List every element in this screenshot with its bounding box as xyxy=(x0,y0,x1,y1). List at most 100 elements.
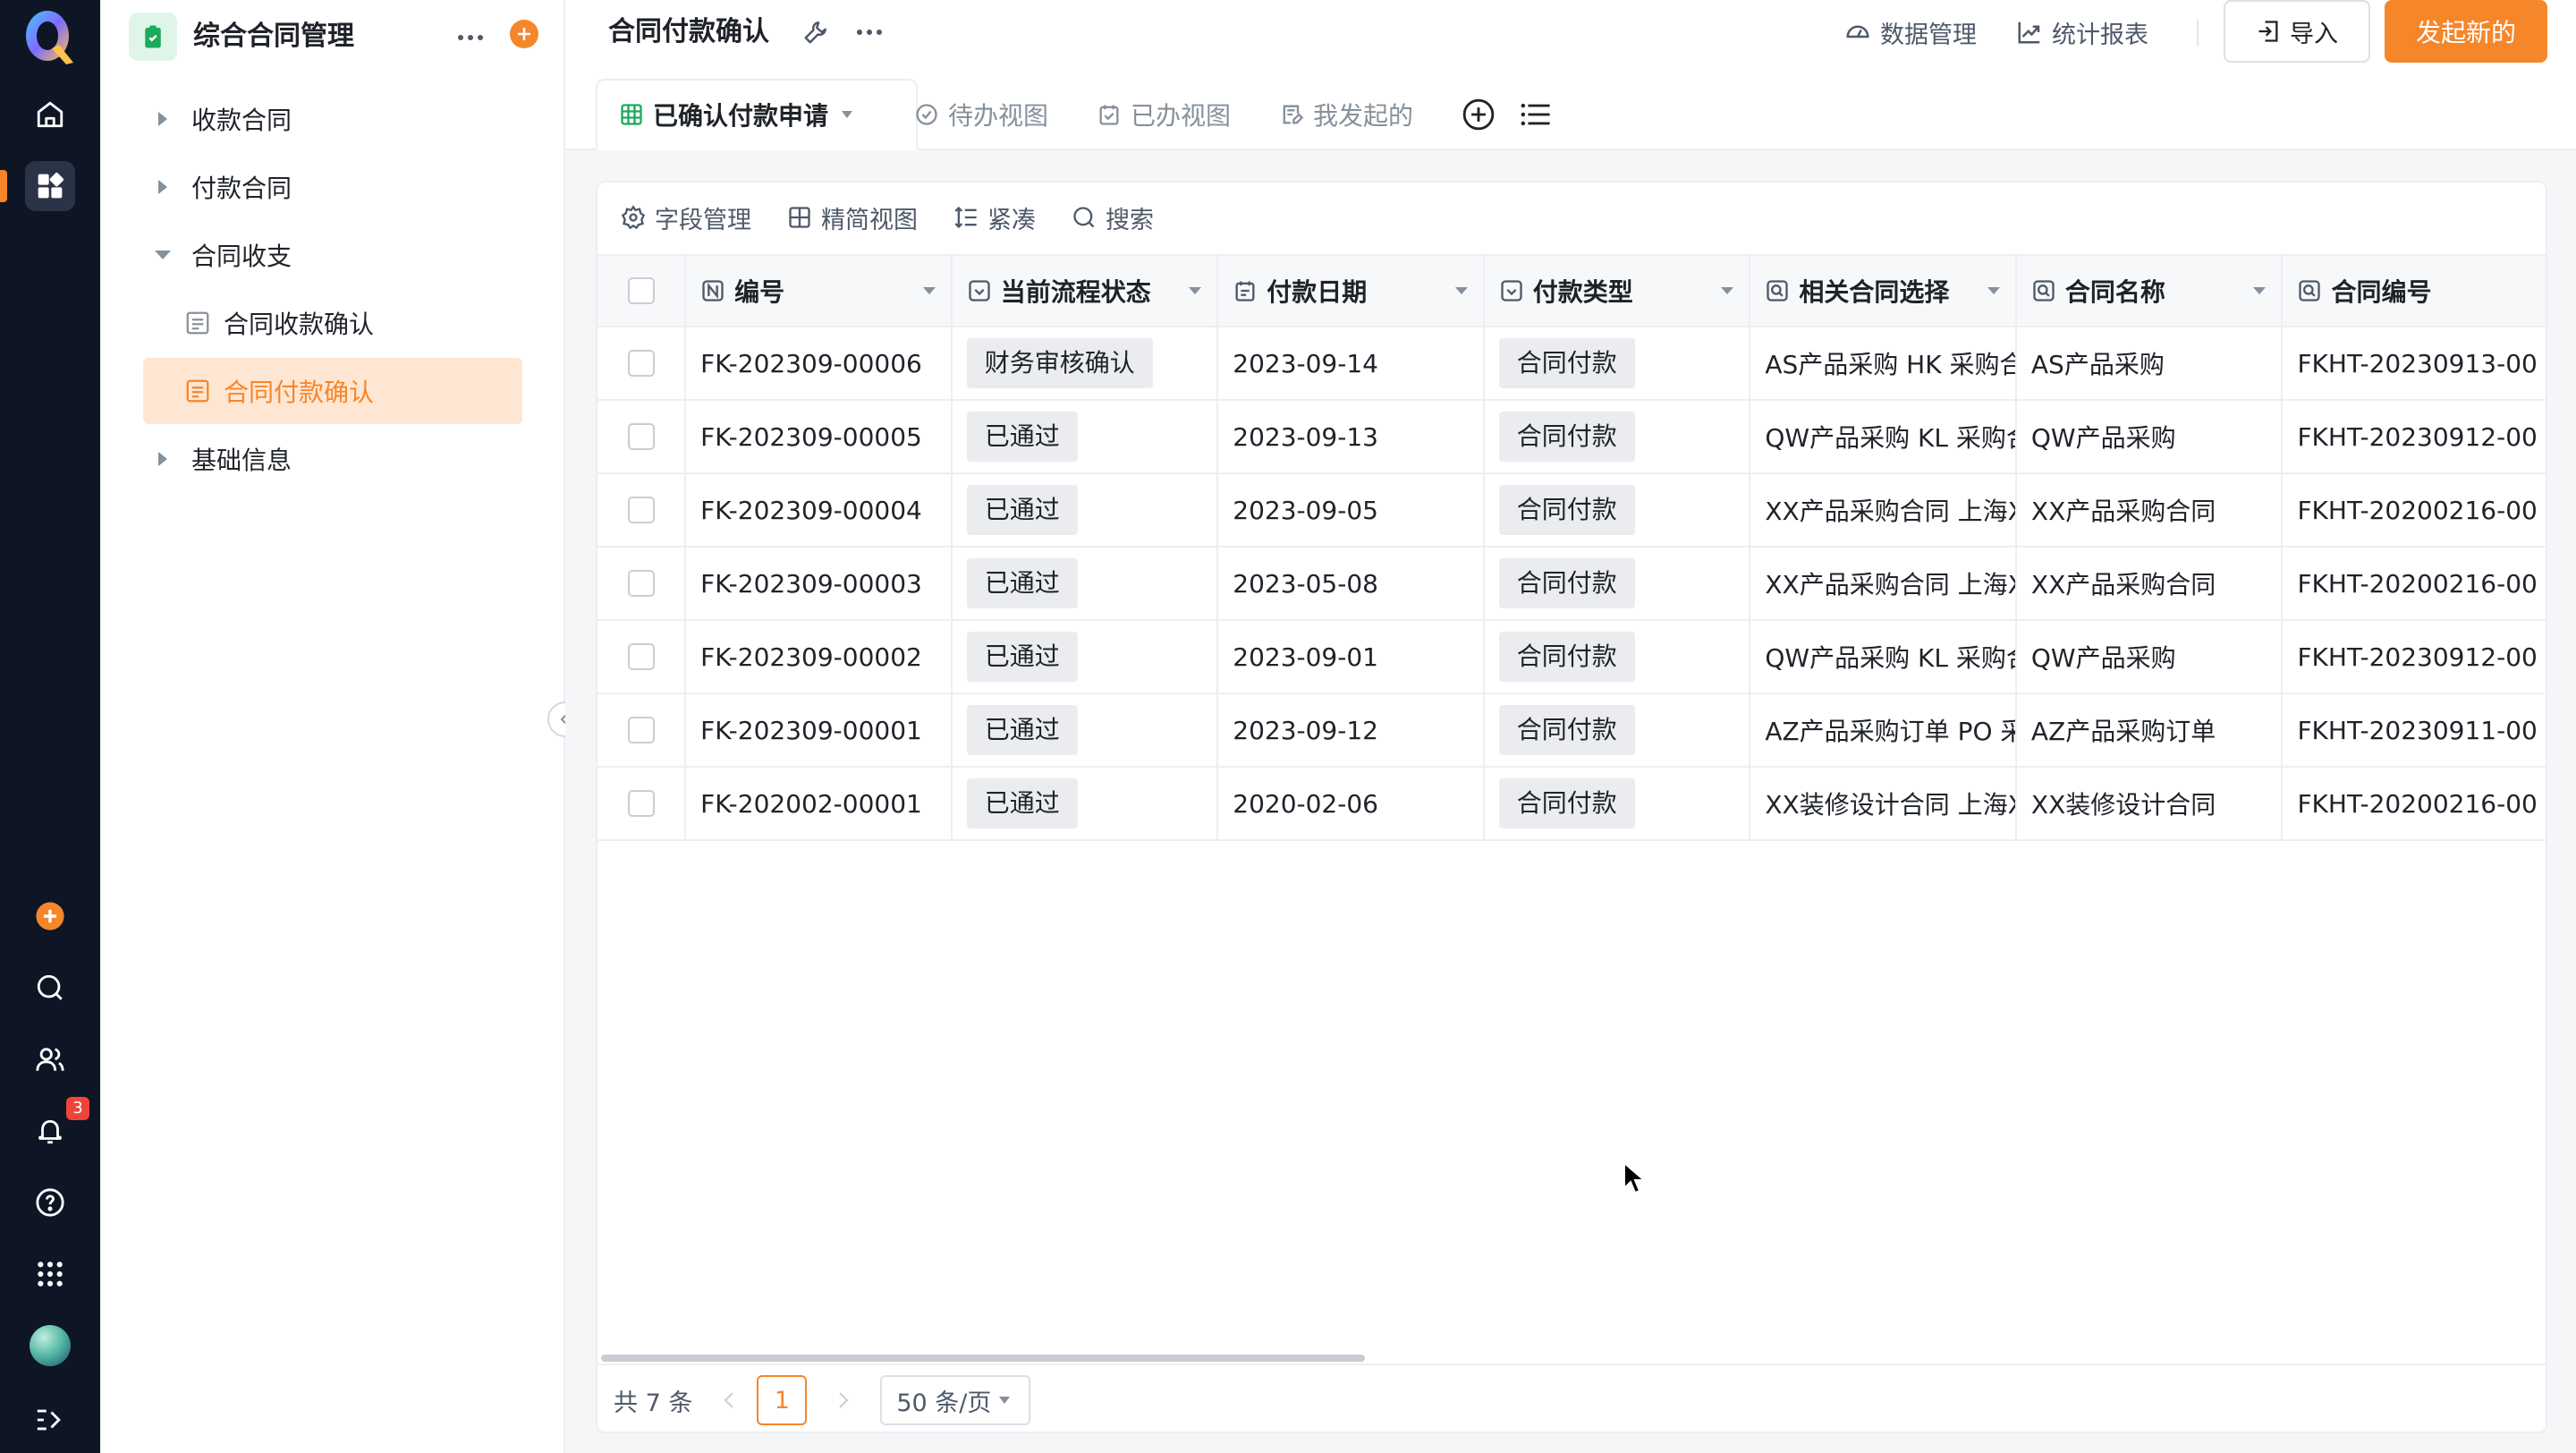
cell-related-contract[interactable]: AZ产品采购订单 PO 采 xyxy=(1750,694,2017,766)
next-page-icon[interactable] xyxy=(837,1391,850,1409)
help-icon[interactable] xyxy=(25,1177,75,1228)
chevron-down-icon[interactable] xyxy=(841,110,862,119)
column-header-contract-code[interactable]: 合同编号 xyxy=(2283,256,2546,326)
workspace-icon[interactable] xyxy=(25,161,75,211)
row-checkbox[interactable] xyxy=(627,790,655,817)
row-checkbox[interactable] xyxy=(627,350,655,377)
data-manage-link[interactable]: 数据管理 xyxy=(1844,0,1977,64)
caret-down-icon[interactable] xyxy=(1987,286,2001,295)
row-density-button[interactable]: 紧凑 xyxy=(953,200,1036,235)
table-row[interactable]: FK-202309-00003 已通过 2023-05-08 合同付款 XX产品… xyxy=(597,548,2546,621)
row-checkbox[interactable] xyxy=(627,423,655,450)
column-header-status[interactable]: 当前流程状态 xyxy=(953,256,1219,326)
tab-my-initiated[interactable]: 我发起的 xyxy=(1279,79,1413,150)
stats-report-link[interactable]: 统计报表 xyxy=(2016,0,2148,64)
tab-confirmed-payments[interactable]: 已确认付款申请 xyxy=(596,79,918,150)
add-icon[interactable] xyxy=(25,891,75,941)
cell-id[interactable]: FK-202309-00001 xyxy=(686,694,953,766)
cell-contract-code[interactable]: FKHT-20230912-00 xyxy=(2283,401,2546,472)
wrench-icon[interactable] xyxy=(800,16,832,48)
tree-item-contract-cashflow[interactable]: 合同收支 xyxy=(143,222,522,288)
table-row[interactable]: FK-202309-00002 已通过 2023-09-01 合同付款 QW产品… xyxy=(597,621,2546,694)
table-row[interactable]: FK-202309-00006 财务审核确认 2023-09-14 合同付款 A… xyxy=(597,327,2546,401)
page-number-current[interactable]: 1 xyxy=(757,1375,808,1425)
cell-contract-code[interactable]: FKHT-20200216-00 xyxy=(2283,474,2546,546)
column-header-payment-date[interactable]: 付款日期 xyxy=(1218,256,1485,326)
avatar[interactable] xyxy=(25,1321,75,1371)
row-checkbox-cell[interactable] xyxy=(597,474,687,546)
column-header-payment-type[interactable]: 付款类型 xyxy=(1485,256,1751,326)
cell-contract-name[interactable]: XX产品采购合同 xyxy=(2017,548,2284,619)
row-checkbox[interactable] xyxy=(627,570,655,597)
cell-id[interactable]: FK-202309-00005 xyxy=(686,401,953,472)
cell-id[interactable]: FK-202309-00002 xyxy=(686,621,953,693)
column-header-id[interactable]: 编号 xyxy=(686,256,953,326)
caret-down-icon[interactable] xyxy=(1720,286,1734,295)
tree-item-payable-contracts[interactable]: 付款合同 xyxy=(143,154,522,220)
caret-down-icon[interactable] xyxy=(1188,286,1202,295)
cell-id[interactable]: FK-202002-00001 xyxy=(686,768,953,839)
cell-related-contract[interactable]: XX产品采购合同 上海X xyxy=(1750,548,2017,619)
cell-contract-code[interactable]: FKHT-20200216-00 xyxy=(2283,548,2546,619)
select-all-checkbox-cell[interactable] xyxy=(597,256,687,326)
add-item-icon[interactable] xyxy=(510,20,538,48)
caret-down-icon[interactable] xyxy=(2252,286,2267,295)
cell-related-contract[interactable]: XX产品采购合同 上海X xyxy=(1750,474,2017,546)
column-header-contract-name[interactable]: 合同名称 xyxy=(2017,256,2284,326)
row-checkbox-cell[interactable] xyxy=(597,327,687,399)
horizontal-scrollbar[interactable] xyxy=(601,1355,1365,1362)
cell-id[interactable]: FK-202309-00004 xyxy=(686,474,953,546)
tab-done-view[interactable]: 已办视图 xyxy=(1097,79,1231,150)
cell-contract-name[interactable]: XX装修设计合同 xyxy=(2017,768,2284,839)
caret-down-icon[interactable] xyxy=(1454,286,1469,295)
create-new-button[interactable]: 发起新的 xyxy=(2385,0,2547,63)
apps-grid-icon[interactable] xyxy=(25,1249,75,1299)
more-icon[interactable] xyxy=(453,20,488,55)
app-logo[interactable] xyxy=(20,9,79,68)
cell-contract-name[interactable]: XX产品采购合同 xyxy=(2017,474,2284,546)
cell-contract-code[interactable]: FKHT-20230912-00 xyxy=(2283,621,2546,693)
contacts-icon[interactable] xyxy=(25,1034,75,1084)
row-checkbox-cell[interactable] xyxy=(597,621,687,693)
row-checkbox[interactable] xyxy=(627,643,655,670)
tree-item-receivable-contracts[interactable]: 收款合同 xyxy=(143,86,522,152)
table-row[interactable]: FK-202002-00001 已通过 2020-02-06 合同付款 XX装修… xyxy=(597,768,2546,841)
cell-contract-name[interactable]: QW产品采购 xyxy=(2017,621,2284,693)
tree-item-payment-confirm[interactable]: 合同付款确认 xyxy=(143,358,522,424)
expand-rail-icon[interactable] xyxy=(25,1398,75,1442)
tree-item-basic-info[interactable]: 基础信息 xyxy=(143,426,522,492)
select-all-checkbox[interactable] xyxy=(627,277,655,304)
cell-related-contract[interactable]: XX装修设计合同 上海X xyxy=(1750,768,2017,839)
cell-contract-code[interactable]: FKHT-20230911-00 xyxy=(2283,694,2546,766)
prev-page-icon[interactable] xyxy=(723,1391,735,1409)
row-checkbox-cell[interactable] xyxy=(597,548,687,619)
cell-contract-name[interactable]: AS产品采购 xyxy=(2017,327,2284,399)
row-checkbox-cell[interactable] xyxy=(597,694,687,766)
cell-contract-code[interactable]: FKHT-20230913-00 xyxy=(2283,327,2546,399)
tree-item-receipt-confirm[interactable]: 合同收款确认 xyxy=(143,290,522,356)
row-checkbox-cell[interactable] xyxy=(597,768,687,839)
cell-id[interactable]: FK-202309-00006 xyxy=(686,327,953,399)
cell-related-contract[interactable]: AS产品采购 HK 采购合 xyxy=(1750,327,2017,399)
home-icon[interactable] xyxy=(25,89,75,140)
table-row[interactable]: FK-202309-00005 已通过 2023-09-13 合同付款 QW产品… xyxy=(597,401,2546,474)
cell-related-contract[interactable]: QW产品采购 KL 采购合 xyxy=(1750,621,2017,693)
add-view-icon[interactable] xyxy=(1462,79,1504,150)
view-list-icon[interactable] xyxy=(1521,79,1560,150)
cell-contract-name[interactable]: AZ产品采购订单 xyxy=(2017,694,2284,766)
cell-contract-name[interactable]: QW产品采购 xyxy=(2017,401,2284,472)
field-manage-button[interactable]: 字段管理 xyxy=(621,200,751,235)
cell-id[interactable]: FK-202309-00003 xyxy=(686,548,953,619)
search-button[interactable]: 搜索 xyxy=(1072,200,1154,235)
compact-view-button[interactable]: 精简视图 xyxy=(787,200,918,235)
more-icon[interactable] xyxy=(853,16,886,48)
row-checkbox[interactable] xyxy=(627,717,655,743)
table-row[interactable]: FK-202309-00004 已通过 2023-09-05 合同付款 XX产品… xyxy=(597,474,2546,548)
tab-todo-view[interactable]: 待办视图 xyxy=(914,79,1048,150)
column-header-related-contract[interactable]: 相关合同选择 xyxy=(1750,256,2017,326)
search-icon[interactable] xyxy=(25,963,75,1013)
table-row[interactable]: FK-202309-00001 已通过 2023-09-12 合同付款 AZ产品… xyxy=(597,694,2546,768)
row-checkbox[interactable] xyxy=(627,497,655,523)
row-checkbox-cell[interactable] xyxy=(597,401,687,472)
cell-contract-code[interactable]: FKHT-20200216-00 xyxy=(2283,768,2546,839)
